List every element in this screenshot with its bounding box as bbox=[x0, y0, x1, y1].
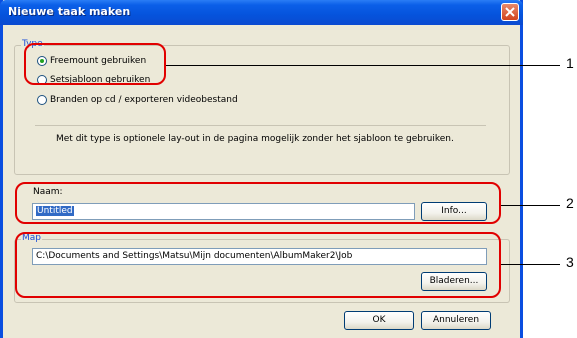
highlight-type-options bbox=[24, 43, 166, 85]
callout-number-3: 3 bbox=[566, 254, 574, 270]
radio-burn-export[interactable]: Branden op cd / exporteren videobestand bbox=[37, 95, 238, 105]
screenshot-stage: Nieuwe taak maken Type Freemount gebruik… bbox=[0, 0, 577, 338]
close-icon bbox=[505, 7, 515, 17]
radio-label-burn-export: Branden op cd / exporteren videobestand bbox=[50, 95, 238, 105]
callout-number-2: 2 bbox=[566, 195, 574, 211]
highlight-map-group bbox=[15, 232, 501, 298]
close-button[interactable] bbox=[501, 3, 519, 21]
title-bar[interactable]: Nieuwe taak maken bbox=[0, 0, 523, 25]
callout-line-2 bbox=[501, 205, 560, 206]
description-separator bbox=[35, 125, 486, 126]
ok-button[interactable]: OK bbox=[344, 311, 414, 330]
callout-line-3 bbox=[501, 264, 560, 265]
window-title: Nieuwe taak maken bbox=[8, 5, 131, 18]
highlight-name-field bbox=[15, 182, 501, 224]
cancel-button[interactable]: Annuleren bbox=[421, 311, 491, 330]
callout-line-1 bbox=[166, 65, 560, 66]
type-description: Met dit type is optionele lay-out in de … bbox=[56, 134, 454, 144]
callout-number-1: 1 bbox=[566, 55, 574, 71]
radio-button[interactable] bbox=[37, 95, 47, 105]
